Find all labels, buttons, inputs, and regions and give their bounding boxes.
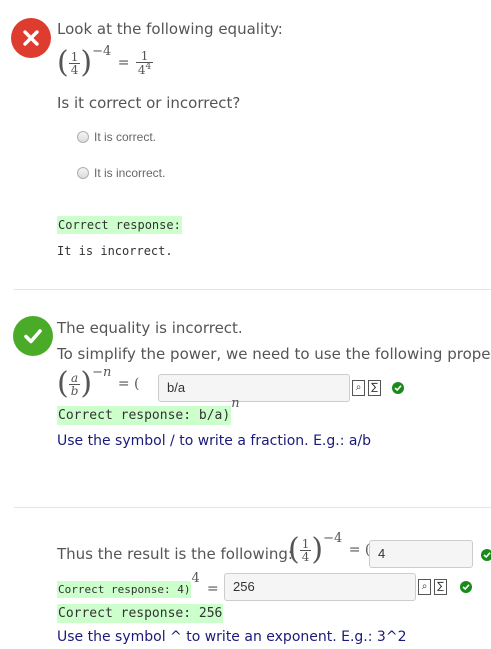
correct-response-value: It is incorrect. <box>57 244 173 258</box>
result-lead-text: Thus the result is the following: <box>57 545 293 563</box>
correct-response-base: Correct response: 4) <box>57 581 192 598</box>
exponent-hint: Use the symbol ^ to write an exponent. E… <box>57 629 407 645</box>
correct-response-label: Correct response: <box>57 216 182 234</box>
correct-badge-icon <box>13 316 53 356</box>
correct-response-base-row: Correct response: 4)4 = <box>57 571 219 598</box>
formula-editor-icon[interactable]: ∑ <box>368 380 381 396</box>
result-expression: (1 4)−4 = ( <box>288 531 371 567</box>
explanation-line-1: The equality is incorrect. <box>57 319 243 337</box>
radio-correct-label[interactable]: It is correct. <box>94 130 156 144</box>
correct-response-row: Correct response: b/a)n <box>57 396 240 425</box>
incorrect-badge-icon <box>11 18 51 58</box>
fraction-hint: Use the symbol / to write a fraction. E.… <box>57 433 372 449</box>
equality-expression: (1 4)−4 = 1 44 <box>57 44 154 80</box>
radio-incorrect[interactable] <box>77 167 89 179</box>
check-icon <box>481 549 491 561</box>
question-text: Is it correct or incorrect? <box>57 94 241 112</box>
check-icon <box>460 581 472 593</box>
answer-input-base[interactable]: 4 <box>369 540 473 568</box>
answer-input-result[interactable]: 256 <box>224 573 416 601</box>
preview-icon[interactable]: ⌕ <box>352 380 365 396</box>
radio-incorrect-label[interactable]: It is incorrect. <box>94 166 165 180</box>
radio-correct[interactable] <box>77 131 89 143</box>
answer-input-fraction[interactable]: b/a <box>158 374 350 402</box>
divider <box>14 289 491 290</box>
correct-response-fraction: Correct response: b/a) <box>57 406 232 425</box>
property-formula: (a b)−n = ( <box>57 365 140 401</box>
explanation-line-2: To simplify the power, we need to use th… <box>57 345 491 363</box>
divider <box>14 507 491 508</box>
correct-response-result: Correct response: 256 <box>57 604 224 623</box>
question-prompt: Look at the following equality: <box>57 20 283 38</box>
check-icon <box>392 382 404 394</box>
preview-icon[interactable]: ⌕ <box>418 579 431 595</box>
formula-editor-icon[interactable]: ∑ <box>434 579 447 595</box>
